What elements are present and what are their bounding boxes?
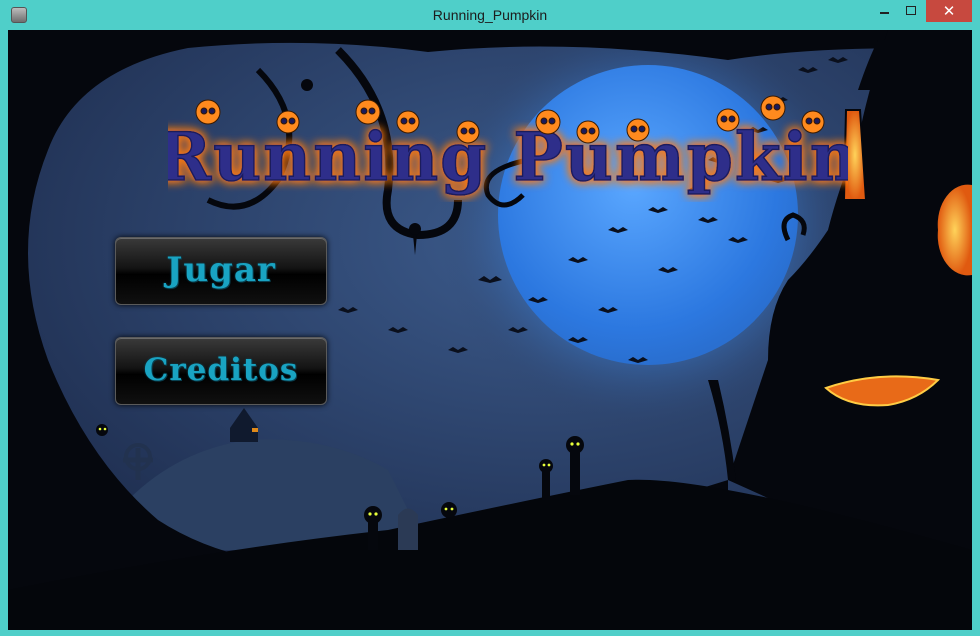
minimize-icon	[880, 12, 889, 14]
logo-text: Running Pumpkin	[168, 118, 848, 196]
close-icon: ✕	[942, 2, 956, 20]
app-window: Running_Pumpkin ✕ Running Pumpkin Jugar …	[0, 0, 980, 636]
credits-button-label: Creditos	[143, 352, 299, 388]
title-bar[interactable]: Running_Pumpkin ✕	[0, 0, 980, 30]
close-button[interactable]: ✕	[926, 0, 972, 22]
maximize-button[interactable]	[899, 0, 923, 22]
maximize-icon	[906, 6, 916, 15]
play-button-label: Jugar	[166, 250, 276, 290]
game-canvas[interactable]: Running Pumpkin Jugar Creditos	[8, 30, 972, 630]
credits-button[interactable]: Creditos	[115, 337, 327, 405]
window-title: Running_Pumpkin	[432, 7, 548, 23]
logo-art: Running Pumpkin	[156, 95, 858, 197]
game-logo: Running Pumpkin	[156, 92, 858, 202]
play-button[interactable]: Jugar	[115, 237, 327, 305]
minimize-button[interactable]	[874, 0, 896, 22]
